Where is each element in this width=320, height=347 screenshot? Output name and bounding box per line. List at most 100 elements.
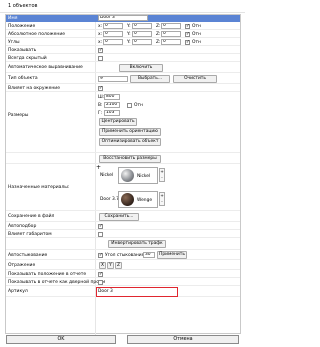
row-always-hidden: Всегда скрытый: [6, 55, 240, 62]
height-label: В:: [98, 103, 103, 108]
angles-rel-label: Отн: [192, 40, 201, 45]
abs-x-label: x:: [98, 32, 103, 37]
height-input[interactable]: 2100: [104, 102, 120, 108]
material-2-spin[interactable]: + -: [159, 192, 165, 206]
mirror-z-button[interactable]: Z: [115, 262, 122, 269]
invert-button[interactable]: Инвертировать трафк: [108, 240, 166, 248]
save-to-file-button[interactable]: Сохранить...: [99, 213, 139, 221]
auto-align-label: Автоматическое выравнивание: [8, 65, 83, 70]
abs-z-label: Z:: [156, 32, 161, 37]
mirror-x-button[interactable]: X: [99, 262, 106, 269]
show-pos-report-label: Показывать положение в отчете: [8, 272, 87, 277]
auto-align-button[interactable]: Включить: [119, 64, 163, 72]
angles-label: Углы: [8, 40, 20, 45]
material-2-swatch: [121, 193, 134, 206]
material-1-picker[interactable]: Nickel: [118, 167, 158, 184]
position-x-label: x:: [98, 24, 103, 29]
affects-gabarits-label: Влияет габаритом: [8, 232, 52, 237]
restore-sizes-button[interactable]: Восстановить размеры: [99, 155, 161, 163]
sizes-rel-checkbox[interactable]: [127, 103, 132, 108]
row-show: Показывать: [6, 47, 240, 54]
row-affects-gabarits: Влияет габаритом: [6, 231, 240, 238]
position-x-input[interactable]: 0: [103, 23, 123, 29]
row-show-pos-report: Показывать положение в отчете: [6, 271, 240, 278]
cancel-button[interactable]: Отмена: [127, 335, 239, 344]
always-hidden-checkbox[interactable]: [98, 56, 103, 61]
ok-button[interactable]: OK: [6, 335, 116, 344]
save-to-file-label: Сохранение в файл: [8, 214, 55, 219]
article-label: Артикул: [8, 289, 28, 294]
choose-type-button[interactable]: Выбрать...: [130, 75, 170, 83]
abs-y-input[interactable]: 0: [132, 31, 152, 37]
material-1-swatch: [121, 169, 134, 182]
attach-angle-input[interactable]: 30: [143, 252, 155, 258]
autosize-checkbox[interactable]: ✓: [98, 224, 103, 229]
angle-x-input[interactable]: 0: [103, 39, 123, 45]
angles-rel-checkbox[interactable]: ✓: [185, 40, 190, 45]
position-z-input[interactable]: 0: [161, 23, 181, 29]
abs-y-label: Y:: [127, 32, 131, 37]
depth-label: Г:: [98, 111, 103, 116]
abs-x-input[interactable]: 0: [103, 31, 123, 37]
mirror-label: Отражение: [8, 263, 36, 268]
width-input[interactable]: 800: [104, 94, 120, 100]
show-report-door-label: Показывать в отчете как дверной проем: [8, 280, 106, 285]
object-type-input[interactable]: 9: [98, 76, 128, 82]
row-affects-env: Влияет на окружение: [6, 85, 240, 92]
apply-orientation-button[interactable]: Применить ориентацию: [99, 128, 161, 136]
center-button[interactable]: Центрировать: [99, 118, 137, 126]
show-report-door-checkbox[interactable]: [98, 280, 103, 285]
show-pos-report-checkbox[interactable]: ✓: [98, 272, 103, 277]
window-title: 1 объектов: [8, 3, 38, 9]
row-show-report-door: Показывать в отчете как дверной проем: [6, 279, 240, 286]
position-z-label: Z:: [156, 24, 161, 29]
always-hidden-label: Всегда скрытый: [8, 56, 47, 61]
attach-angle-label: Угол стыкования: [105, 253, 145, 258]
show-checkbox[interactable]: ✓: [98, 48, 103, 53]
autosize-label: Автоподбор: [8, 224, 37, 229]
material-1-spin[interactable]: + -: [159, 168, 165, 182]
row-mirror: Отражение: [6, 261, 240, 270]
abs-rel-label: Отн: [192, 32, 201, 37]
material-2-name: Wenge: [137, 198, 153, 203]
name-label: Имя: [8, 16, 18, 21]
material-1-slot: Nickel: [100, 173, 114, 178]
depth-input[interactable]: 103: [104, 110, 120, 116]
properties-panel: Имя Door 3 Положение x: 0 Y: 0 Z: 0 ✓ От…: [5, 14, 241, 335]
material-1-name: Nickel: [137, 174, 151, 179]
row-angles: Углы: [6, 39, 240, 46]
angle-y-input[interactable]: 0: [132, 39, 152, 45]
name-input[interactable]: Door 3: [98, 15, 148, 21]
position-y-input[interactable]: 0: [132, 23, 152, 29]
mirror-y-button[interactable]: Y: [107, 262, 114, 269]
angle-z-input[interactable]: 0: [161, 39, 181, 45]
abs-rel-checkbox[interactable]: ✓: [185, 32, 190, 37]
abs-position-label: Абсолютное положение: [8, 32, 66, 37]
clear-type-button[interactable]: Очистить: [173, 75, 217, 83]
position-y-label: Y:: [127, 24, 131, 29]
object-type-label: Тип объекта: [8, 76, 38, 81]
show-label: Показывать: [8, 48, 37, 53]
angle-z-label: Z:: [156, 40, 161, 45]
optimize-object-button[interactable]: Оптимизировать объект: [99, 138, 161, 146]
angle-y-label: Y:: [127, 40, 131, 45]
position-rel-label: Отн: [192, 24, 201, 29]
angle-x-label: x:: [98, 40, 103, 45]
position-rel-checkbox[interactable]: ✓: [185, 24, 190, 29]
row-position: Положение: [6, 23, 240, 30]
attach-apply-button[interactable]: Применить: [157, 251, 187, 259]
title-bar: 1 объектов: [0, 0, 245, 13]
position-label: Положение: [8, 24, 36, 29]
object-properties-window: 1 объектов Имя Door 3 Положение x: 0 Y: …: [0, 0, 245, 347]
affects-env-label: Влияет на окружение: [8, 86, 60, 91]
row-autosize: Автоподбор: [6, 223, 240, 230]
material-2-picker[interactable]: Wenge: [118, 191, 158, 208]
sizes-rel-label: Отн: [134, 103, 143, 108]
article-input[interactable]: Door 3: [96, 287, 178, 297]
auto-attach-checkbox[interactable]: ✓: [98, 253, 103, 258]
abs-z-input[interactable]: 0: [161, 31, 181, 37]
affects-env-checkbox[interactable]: ✓: [98, 86, 103, 91]
affects-gabarits-checkbox[interactable]: [98, 232, 103, 237]
assigned-materials-label: Назначенные материалы:: [8, 185, 70, 190]
material-plus-sign: +: [96, 164, 102, 171]
